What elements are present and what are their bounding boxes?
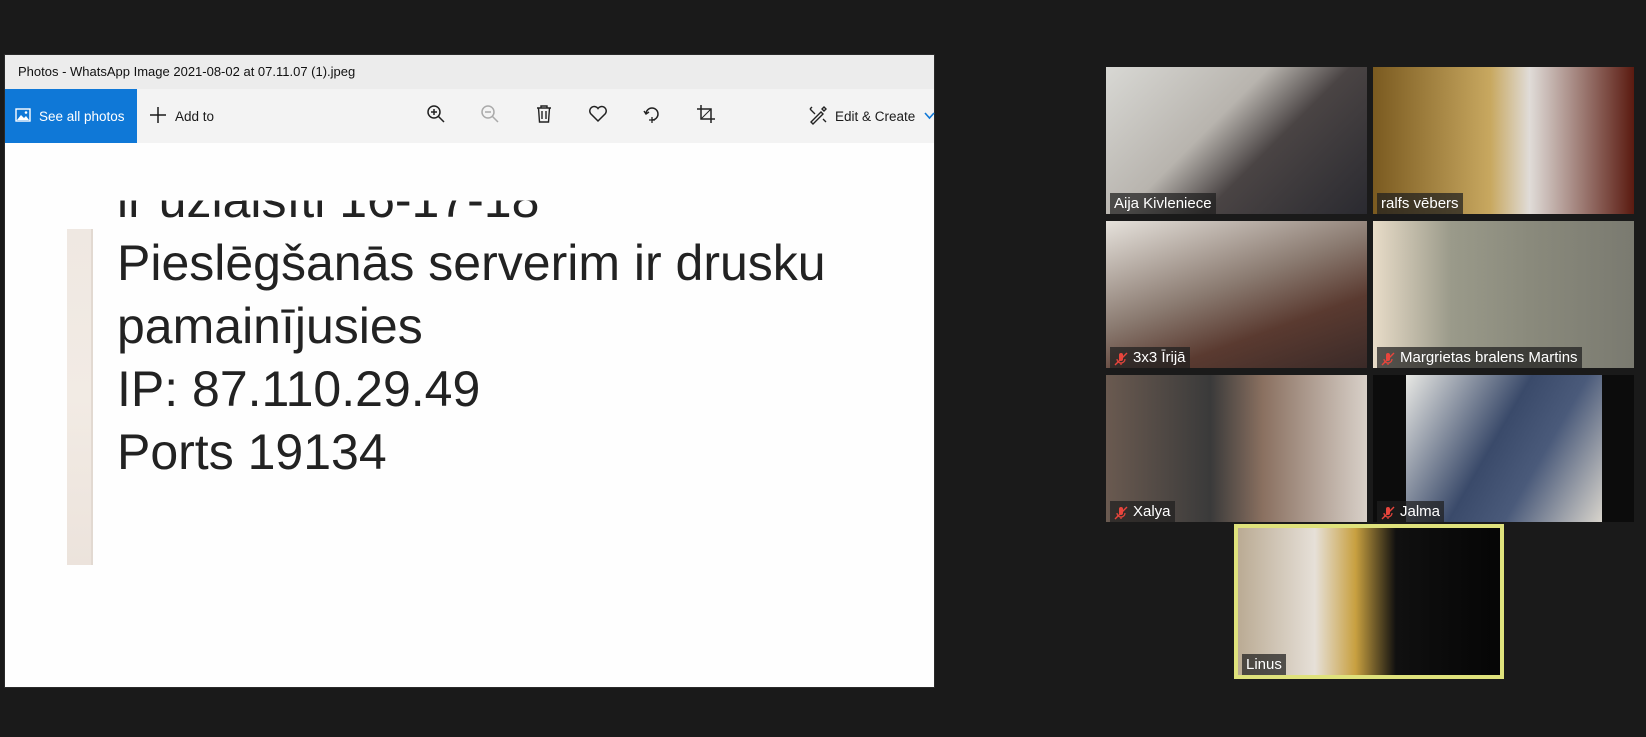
video-tile-xalya[interactable]: Xalya	[1106, 375, 1367, 522]
video-tile-ralfs[interactable]: ralfs vēbers	[1373, 67, 1634, 214]
edit-create-label: Edit & Create	[835, 108, 916, 124]
participant-name: ralfs vēbers	[1377, 193, 1463, 214]
video-tile-3x3[interactable]: 3x3 Īrijā	[1106, 221, 1367, 368]
photo-content: ir uzlaisīti 16-17-18 Pieslēgšanās serve…	[117, 200, 826, 484]
window-title: Photos - WhatsApp Image 2021-08-02 at 07…	[5, 55, 934, 89]
chevron-down-icon	[924, 109, 935, 123]
photo-text-line-2: pamainījusies	[117, 298, 423, 354]
delete-button[interactable]	[532, 104, 556, 128]
photos-window: Photos - WhatsApp Image 2021-08-02 at 07…	[5, 55, 935, 687]
favorite-button[interactable]	[586, 104, 610, 128]
participant-video	[1406, 375, 1602, 522]
participant-name: Xalya	[1110, 501, 1175, 522]
participant-name: Margrietas bralens Martins	[1377, 347, 1582, 368]
mic-muted-icon	[1381, 351, 1395, 365]
photo-text-line-3: IP: 87.110.29.49	[117, 361, 481, 417]
add-to-label: Add to	[175, 108, 215, 124]
trash-icon	[535, 104, 553, 129]
see-all-photos-label: See all photos	[39, 108, 125, 124]
mic-muted-icon	[1381, 505, 1395, 519]
crop-icon	[696, 104, 716, 129]
photos-toolbar: See all photos Add to Edit & Create	[5, 89, 935, 143]
add-to-button[interactable]: Add to	[149, 89, 214, 143]
participant-name: Aija Kivleniece	[1110, 193, 1216, 214]
video-tile-jalma[interactable]: Jalma	[1373, 375, 1634, 522]
zoom-out-icon	[480, 104, 500, 129]
participant-name: 3x3 Īrijā	[1110, 347, 1190, 368]
heart-icon	[588, 105, 608, 128]
rotate-button[interactable]	[640, 104, 664, 128]
photo-text-line-4: Ports 19134	[117, 424, 387, 480]
zoom-in-icon	[426, 104, 446, 129]
mic-muted-icon	[1114, 505, 1128, 519]
participant-name: Jalma	[1377, 501, 1445, 522]
zoom-out-button[interactable]	[478, 104, 502, 128]
edit-create-button[interactable]: Edit & Create	[808, 89, 935, 143]
video-tile-aija[interactable]: Aija Kivleniece	[1106, 67, 1367, 214]
video-tile-margrietas[interactable]: Margrietas bralens Martins	[1373, 221, 1634, 368]
edit-create-icon	[808, 105, 828, 128]
photo-viewer[interactable]: ir uzlaisīti 16-17-18 Pieslēgšanās serve…	[5, 143, 934, 687]
crop-button[interactable]	[694, 104, 718, 128]
see-all-photos-button[interactable]: See all photos	[5, 89, 137, 143]
zoom-in-button[interactable]	[424, 104, 448, 128]
plus-icon	[149, 106, 167, 127]
mic-muted-icon	[1114, 351, 1128, 365]
photo-text-line-0: ir uzlaisīti 16-17-18	[117, 172, 540, 229]
photo-edge-strip	[67, 229, 93, 565]
participant-name: Linus	[1242, 654, 1286, 675]
video-tile-linus[interactable]: Linus	[1234, 524, 1504, 679]
photo-icon	[15, 107, 31, 126]
rotate-icon	[642, 104, 662, 129]
photo-text-line-1: Pieslēgšanās serverim ir drusku	[117, 235, 826, 291]
